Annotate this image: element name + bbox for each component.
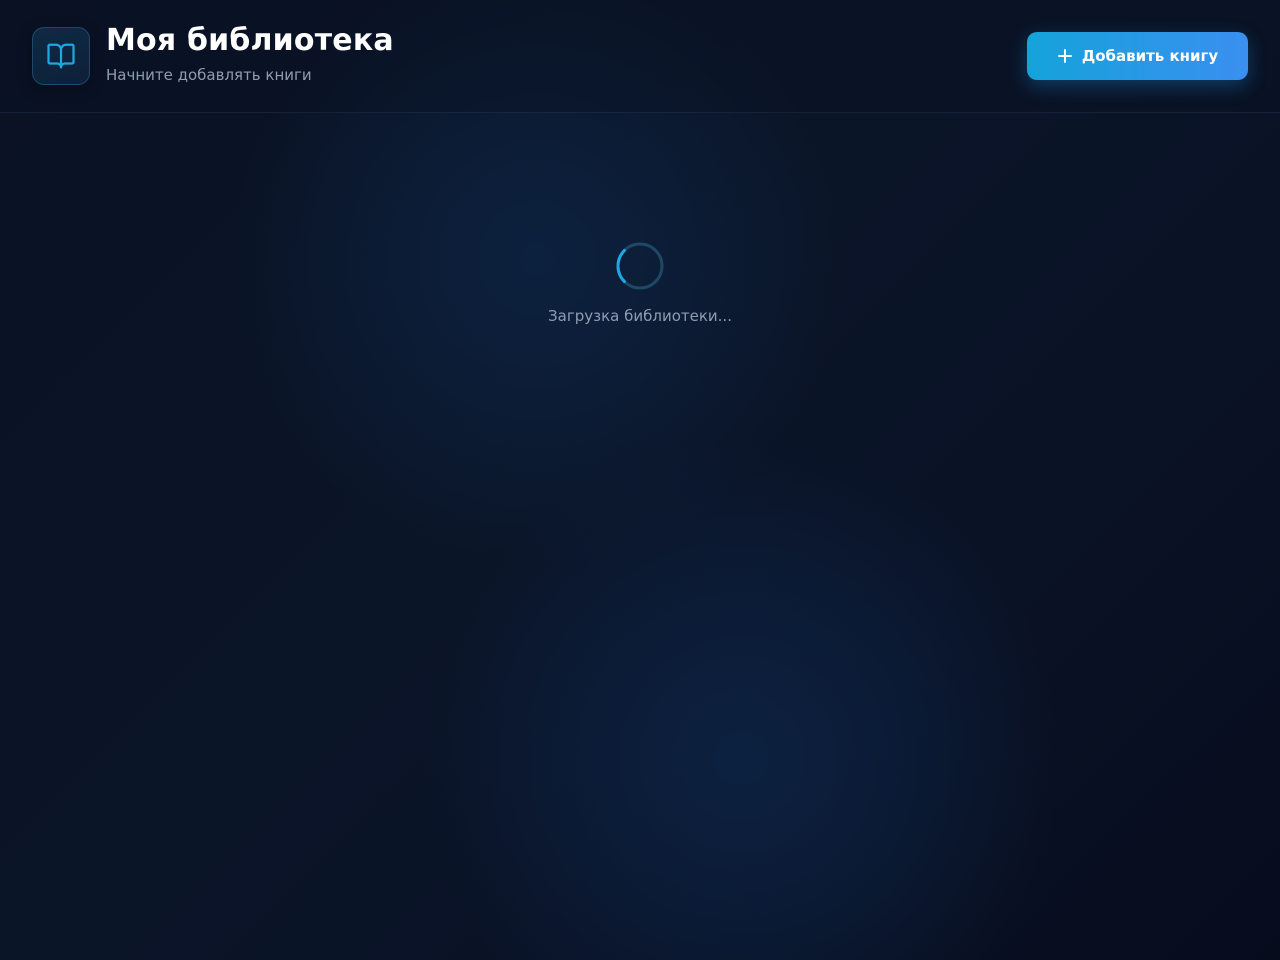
app-root: Моя библиотека Начните добавлять книги Д…	[0, 0, 1280, 960]
app-header: Моя библиотека Начните добавлять книги Д…	[0, 0, 1280, 113]
open-book-icon	[47, 43, 75, 69]
add-book-button-label: Добавить книгу	[1081, 47, 1219, 65]
app-logo	[32, 27, 90, 85]
loading-indicator: Загрузка библиотеки...	[440, 240, 840, 340]
page-title: Моя библиотека	[106, 23, 394, 58]
loading-text: Загрузка библиотеки...	[548, 307, 732, 325]
loading-spinner-icon	[616, 242, 664, 290]
plus-icon	[1057, 48, 1073, 64]
page-subtitle: Начните добавлять книги	[106, 66, 312, 84]
add-book-button[interactable]: Добавить книгу	[1027, 32, 1248, 80]
